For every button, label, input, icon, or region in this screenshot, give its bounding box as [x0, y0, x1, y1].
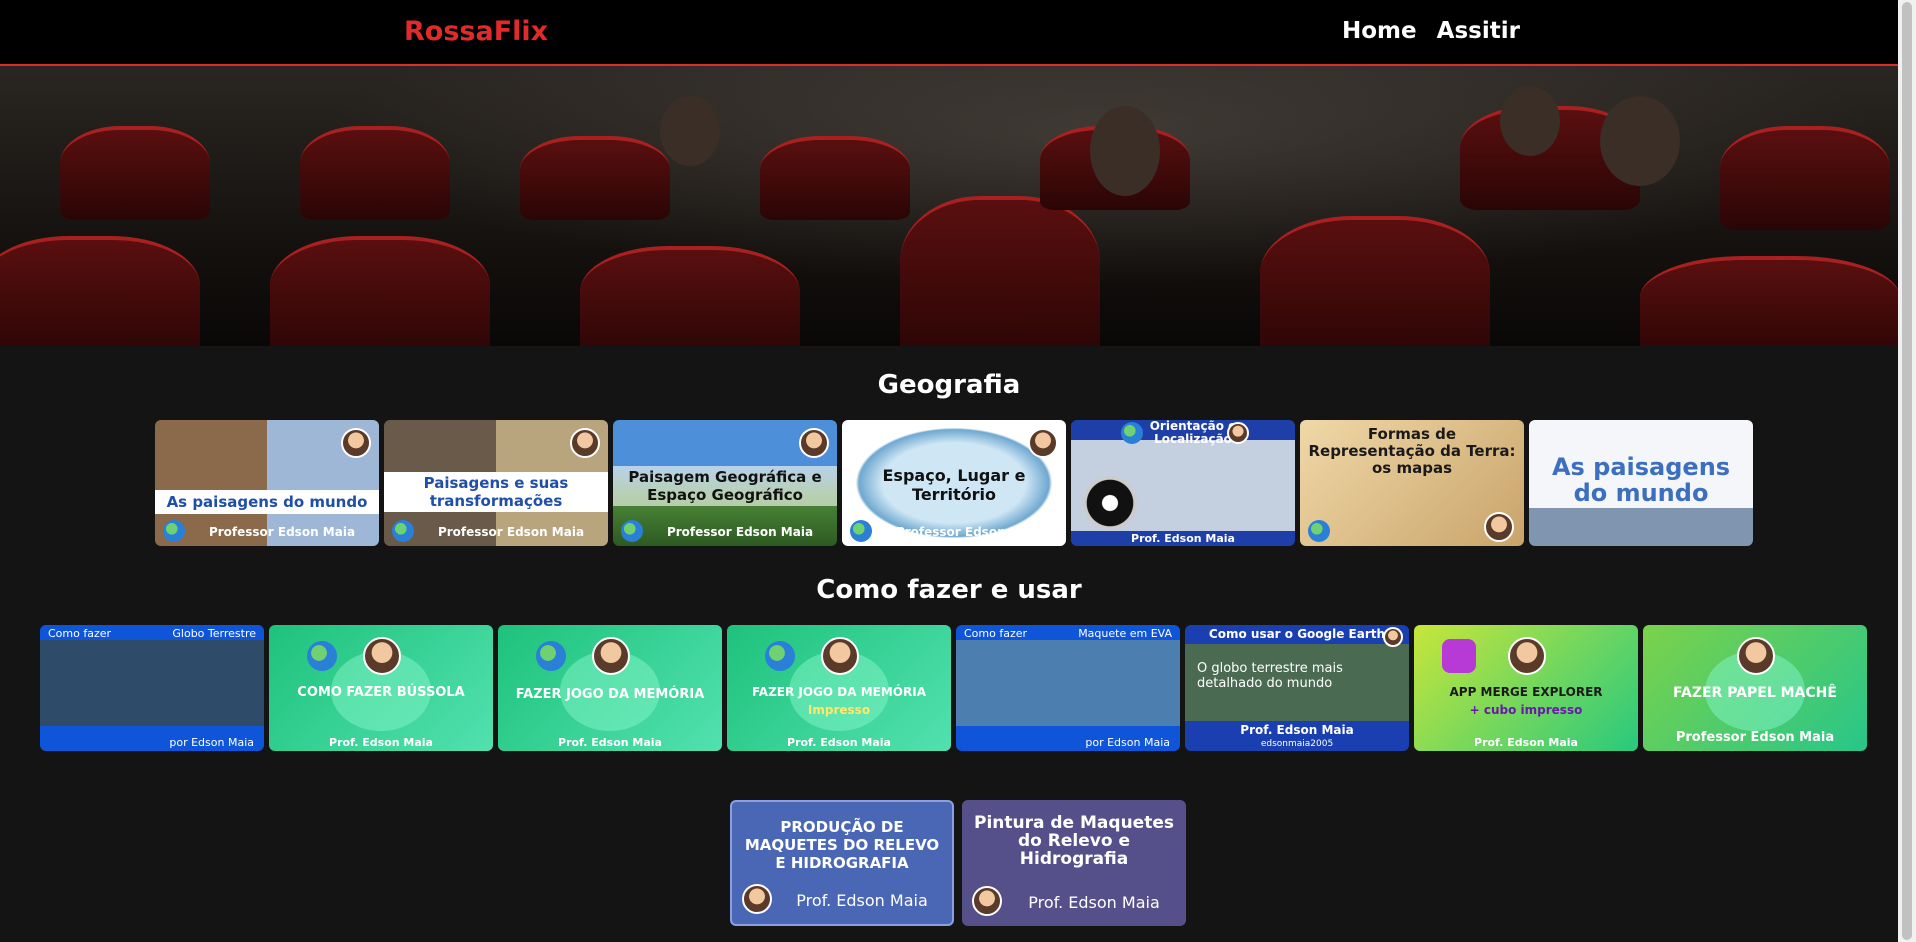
card-paisagens-transformacoes[interactable]: Paisagens e suas transformações Professo…: [384, 420, 608, 546]
avatar: [570, 428, 600, 458]
card-paisagens-mundo-2[interactable]: As paisagens do mundo: [1529, 420, 1753, 546]
globe-icon: [1308, 520, 1330, 542]
card-orientacao[interactable]: Orientação e Localização Prof. Edson Mai…: [1071, 420, 1295, 546]
card-paisagens-mundo[interactable]: As paisagens do mundo Professor Edson Ma…: [155, 420, 379, 546]
card-pintura-maquetes[interactable]: Pintura de Maquetes do Relevo e Hidrogra…: [962, 800, 1186, 926]
avatar: [821, 637, 859, 675]
app-icon: [1442, 639, 1476, 673]
nav-home[interactable]: Home: [1342, 18, 1417, 44]
globe-icon: [307, 641, 337, 671]
globe-icon: [765, 641, 795, 671]
nav: Home Assitir: [1342, 18, 1532, 44]
globe-icon: [850, 520, 872, 542]
compass-icon: [1083, 476, 1137, 530]
row-como-fazer: Como fazer Globo Terrestre por Edson Mai…: [40, 625, 1867, 751]
top-header: RossaFlix Home Assitir: [0, 0, 1898, 66]
section-title-como-fazer: Como fazer e usar: [816, 575, 1082, 605]
avatar: [1508, 637, 1546, 675]
nav-assistir[interactable]: Assitir: [1437, 18, 1520, 44]
card-producao-maquetes[interactable]: PRODUÇÃO DE MAQUETES DO RELEVO E HIDROGR…: [730, 800, 954, 926]
section-title-geografia: Geografia: [877, 370, 1021, 400]
card-globo-terrestre[interactable]: Como fazer Globo Terrestre por Edson Mai…: [40, 625, 264, 751]
card-merge-explorer[interactable]: APP MERGE EXPLORER + cubo impresso Prof.…: [1414, 625, 1638, 751]
row-maquetes: PRODUÇÃO DE MAQUETES DO RELEVO E HIDROGR…: [730, 800, 1186, 926]
globe-icon: [536, 641, 566, 671]
scroll-thumb[interactable]: [1902, 2, 1912, 940]
globe-icon: [621, 520, 643, 542]
globe-icon: [163, 520, 185, 542]
logo[interactable]: RossaFlix: [404, 16, 548, 47]
avatar: [1028, 428, 1058, 458]
hero-banner: [0, 66, 1898, 346]
card-jogo-memoria-impresso[interactable]: FAZER JOGO DA MEMÓRIA Impresso Prof. Eds…: [727, 625, 951, 751]
avatar: [799, 428, 829, 458]
avatar: [972, 886, 1002, 916]
avatar: [1737, 637, 1775, 675]
card-papel-mache[interactable]: FAZER PAPEL MACHÊ Professor Edson Maia: [1643, 625, 1867, 751]
row-geografia: As paisagens do mundo Professor Edson Ma…: [155, 420, 1753, 546]
card-paisagem-geografica[interactable]: Paisagem Geográfica e Espaço Geográfico …: [613, 420, 837, 546]
card-google-earth[interactable]: Como usar o Google Earth O globo terrest…: [1185, 625, 1409, 751]
card-maquete-eva[interactable]: Como fazer Maquete em EVA por Edson Maia: [956, 625, 1180, 751]
card-espaco-lugar[interactable]: Espaço, Lugar e Território Professor Eds…: [842, 420, 1066, 546]
avatar: [742, 884, 772, 914]
card-bussola[interactable]: COMO FAZER BÚSSOLA Prof. Edson Maia: [269, 625, 493, 751]
scrollbar[interactable]: [1898, 0, 1916, 942]
card-jogo-memoria[interactable]: FAZER JOGO DA MEMÓRIA Prof. Edson Maia: [498, 625, 722, 751]
avatar: [592, 637, 630, 675]
avatar: [1383, 627, 1403, 647]
avatar: [341, 428, 371, 458]
globe-icon: [392, 520, 414, 542]
page: RossaFlix Home Assitir Geografia As pais…: [0, 0, 1898, 942]
card-formas-representacao[interactable]: Formas de Representação da Terra: os map…: [1300, 420, 1524, 546]
avatar: [1227, 422, 1249, 444]
avatar: [363, 637, 401, 675]
avatar: [1484, 512, 1514, 542]
